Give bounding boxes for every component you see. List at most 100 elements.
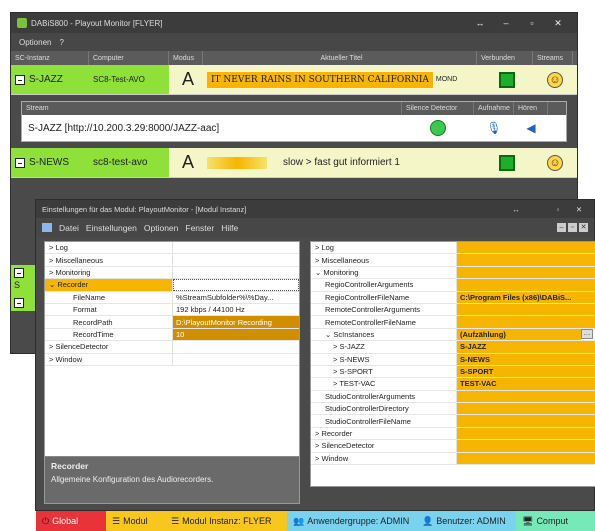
property-value[interactable] xyxy=(457,390,595,403)
property-value[interactable] xyxy=(457,427,595,440)
mdi-restore-button[interactable]: ▫ xyxy=(568,223,577,232)
property-value[interactable] xyxy=(173,354,299,365)
resize-icon[interactable]: ↔ xyxy=(486,205,546,214)
property-row[interactable]: StudioControllerArguments xyxy=(311,390,595,404)
menu-item-help[interactable]: ? xyxy=(59,38,63,47)
maximize-button[interactable]: ▫ xyxy=(546,205,570,214)
collapse-toggle[interactable] xyxy=(15,157,25,168)
property-value[interactable] xyxy=(457,242,595,254)
instance-row-partial[interactable]: S xyxy=(11,265,35,295)
settings-title-bar[interactable]: Einstellungen für das Modul: PlayoutMoni… xyxy=(36,200,594,218)
stream-row[interactable]: S-JAZZ [http://10.200.3.29:8000/JAZZ-aac… xyxy=(22,115,566,141)
property-row[interactable]: RegioControllerFileName C:\Program Files … xyxy=(311,291,595,304)
menu-item-optionen[interactable]: Optionen xyxy=(19,38,51,47)
property-row[interactable]: RemoteControllerArguments xyxy=(311,303,595,317)
status-modul-instanz[interactable]: ☰ Modul Instanz: FLYER xyxy=(165,511,287,531)
maximize-button[interactable]: ▫ xyxy=(519,18,545,28)
property-value[interactable]: (Aufzählung) xyxy=(457,328,581,341)
status-modul[interactable]: ☰ Modul xyxy=(106,511,165,531)
property-row[interactable]: RegioControllerArguments xyxy=(311,279,595,292)
col-silence-detector[interactable]: Silence Detector xyxy=(402,102,474,115)
property-row[interactable]: ⌄ Recorder xyxy=(45,279,299,292)
col-verbunden[interactable]: Verbunden xyxy=(477,51,533,65)
property-row[interactable]: > Log xyxy=(45,242,299,255)
close-button[interactable]: ✕ xyxy=(545,18,571,29)
property-row[interactable]: ⌄ ScInstances (Aufzählung)… xyxy=(311,328,595,342)
property-value[interactable]: S-JAZZ xyxy=(457,341,595,353)
speaker-icon[interactable]: ◀ xyxy=(514,121,548,135)
property-value[interactable]: 192 kbps / 44100 Hz xyxy=(173,304,299,315)
collapse-toggle[interactable] xyxy=(15,74,25,85)
property-value[interactable]: C:\Program Files (x86)\DABiS... xyxy=(457,291,595,303)
property-value[interactable] xyxy=(457,316,595,328)
mdi-minimize-button[interactable]: – xyxy=(557,223,566,232)
status-anwendergruppe[interactable]: 👥 Anwendergruppe: ADMIN xyxy=(287,511,416,531)
property-value[interactable]: D:\PlayoutMonitor Recording xyxy=(173,316,299,328)
menu-item-optionen[interactable]: Optionen xyxy=(144,223,179,233)
smiley-icon[interactable]: ☺ xyxy=(547,71,563,88)
instance-row[interactable]: S-NEWS sc8-test-avo A slow > fast gut in… xyxy=(11,148,577,178)
property-value[interactable] xyxy=(173,279,299,291)
property-row[interactable]: > Window xyxy=(45,353,299,366)
property-value[interactable] xyxy=(457,440,595,452)
menu-item-hilfe[interactable]: Hilfe xyxy=(221,223,238,233)
property-row[interactable]: > Monitoring xyxy=(45,266,299,280)
property-row[interactable]: > Recorder xyxy=(311,427,595,441)
property-row[interactable]: > SilenceDetector xyxy=(311,440,595,453)
col-stream[interactable]: Stream xyxy=(22,102,402,115)
smiley-icon[interactable]: ☺ xyxy=(547,154,563,171)
col-computer[interactable]: Computer xyxy=(89,51,169,65)
menu-item-einstellungen[interactable]: Einstellungen xyxy=(86,223,137,233)
resize-icon[interactable]: ↔ xyxy=(467,18,493,28)
streams-cell[interactable]: ☺ xyxy=(533,148,573,177)
property-row[interactable]: > S-JAZZ S-JAZZ xyxy=(311,341,595,354)
property-row[interactable]: > SilenceDetector xyxy=(45,341,299,354)
status-benutzer[interactable]: 👤 Benutzer: ADMIN xyxy=(416,511,516,531)
property-row[interactable]: > S-NEWS S-NEWS xyxy=(311,353,595,366)
menu-item-fenster[interactable]: Fenster xyxy=(185,223,214,233)
property-row[interactable]: StudioControllerDirectory xyxy=(311,403,595,416)
streams-cell[interactable]: ☺ xyxy=(533,65,573,94)
property-value[interactable] xyxy=(173,242,299,253)
col-aufnahme[interactable]: Aufnahme xyxy=(474,102,514,115)
property-row[interactable]: > Miscellaneous xyxy=(45,254,299,267)
property-value[interactable] xyxy=(457,452,595,465)
collapse-toggle[interactable] xyxy=(14,268,24,278)
collapse-toggle[interactable] xyxy=(14,298,24,308)
property-value[interactable] xyxy=(457,303,595,316)
property-value[interactable]: TEST-VAC xyxy=(457,378,595,390)
property-row[interactable]: StudioControllerFileName xyxy=(311,415,595,428)
property-row[interactable]: > Miscellaneous xyxy=(311,254,595,267)
property-value[interactable]: S-NEWS xyxy=(457,353,595,365)
property-row[interactable]: > Log xyxy=(311,242,595,255)
property-row[interactable]: RecordTime 10 xyxy=(45,328,299,342)
property-value[interactable] xyxy=(173,341,299,352)
property-value[interactable]: S-SPORT xyxy=(457,365,595,378)
property-row[interactable]: FileName %StreamSubfolder%\%Day... xyxy=(45,291,299,304)
col-sc-instanz[interactable]: SC-Instanz xyxy=(11,51,89,65)
property-row[interactable]: RemoteControllerFileName xyxy=(311,316,595,329)
property-row[interactable]: > TEST-VAC TEST-VAC xyxy=(311,378,595,391)
property-row[interactable]: ⌄ Monitoring xyxy=(311,266,595,280)
property-row[interactable]: Format 192 kbps / 44100 Hz xyxy=(45,303,299,317)
mdi-close-button[interactable]: ✕ xyxy=(579,223,588,232)
status-computer[interactable]: 🖥 Comput xyxy=(516,511,595,531)
property-value[interactable] xyxy=(457,266,595,279)
status-global[interactable]: ⏻ Global xyxy=(36,511,106,531)
property-value[interactable] xyxy=(457,403,595,415)
property-value[interactable] xyxy=(457,254,595,266)
property-value[interactable] xyxy=(173,267,299,278)
microphone-icon[interactable]: 🎙 xyxy=(474,121,514,135)
instance-row[interactable]: S-JAZZ SC8-Test-AVO A IT NEVER RAINS IN … xyxy=(11,65,577,95)
property-row[interactable]: > Window xyxy=(311,452,595,466)
col-hoeren[interactable]: Hören xyxy=(514,102,548,115)
title-bar[interactable]: DABiS800 - Playout Monitor [FLYER] ↔ – ▫… xyxy=(11,13,577,33)
col-streams[interactable]: Streams xyxy=(533,51,573,65)
property-row[interactable]: > S-SPORT S-SPORT xyxy=(311,365,595,379)
property-value[interactable] xyxy=(457,279,595,291)
col-aktueller-titel[interactable]: Aktueller Titel xyxy=(203,51,477,65)
property-value[interactable] xyxy=(173,254,299,265)
property-row[interactable]: RecordPath D:\PlayoutMonitor Recording xyxy=(45,316,299,329)
close-button[interactable]: ✕ xyxy=(570,205,588,214)
property-value[interactable]: %StreamSubfolder%\%Day... xyxy=(173,292,299,303)
